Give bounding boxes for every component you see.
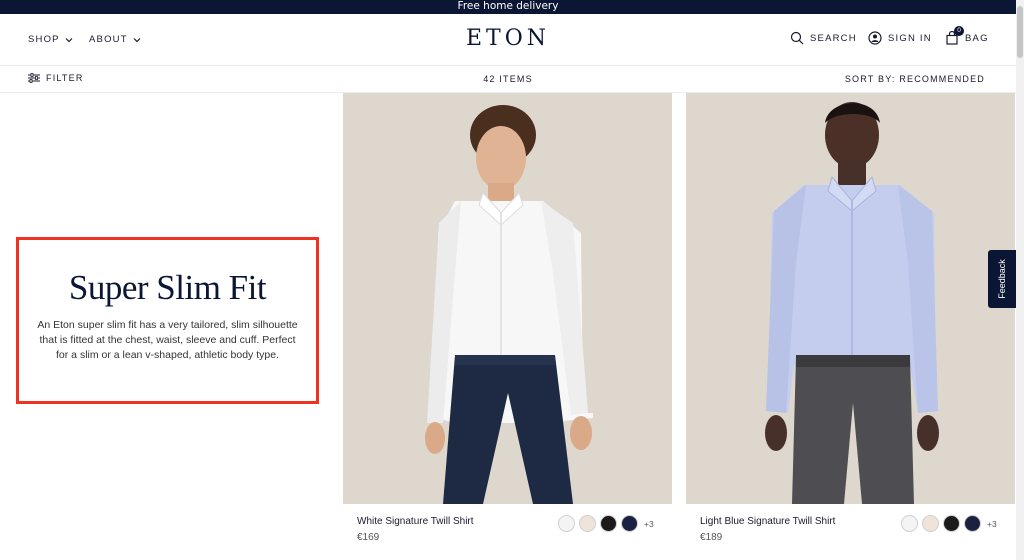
bag-label: BAG [965,32,989,44]
swatch-navy[interactable] [621,515,638,532]
swatch-white[interactable] [901,515,918,532]
color-swatches: +3 [558,515,654,532]
fit-info-card: Super Slim Fit An Eton super slim fit ha… [16,237,319,404]
product-name[interactable]: White Signature Twill Shirt [357,516,474,527]
sort-dropdown[interactable]: SORT BY: RECOMMENDED [845,74,985,84]
fit-title: Super Slim Fit [68,268,267,307]
scrollbar[interactable] [1016,0,1024,560]
swatch-navy[interactable] [964,515,981,532]
color-swatches: +3 [901,515,997,532]
model-blue-shirt-illustration [765,102,939,504]
product-price: €189 [700,532,723,543]
search-label: SEARCH [810,32,857,44]
user-icon [868,31,882,45]
swatch-beige[interactable] [922,515,939,532]
sign-in-button[interactable]: SIGN IN [868,31,932,45]
swatch-white[interactable] [558,515,575,532]
promo-bar-text: Free home delivery [457,0,559,12]
model-white-shirt-illustration [425,105,593,504]
product-image[interactable] [343,93,672,504]
sign-in-label: SIGN IN [888,32,932,44]
feedback-button[interactable]: Feedback [988,250,1016,308]
listing-toolbar: FILTER 42 ITEMS SORT BY: RECOMMENDED [0,66,1016,93]
site-header: SHOP ABOUT ETON SEARCH SIGN IN 0 BAG [0,14,1016,66]
product-name[interactable]: Light Blue Signature Twill Shirt [700,516,835,527]
swatch-black[interactable] [943,515,960,532]
more-colors[interactable]: +3 [644,519,654,529]
swatch-beige[interactable] [579,515,596,532]
more-colors[interactable]: +3 [987,519,997,529]
search-icon [790,31,804,45]
product-price: €169 [357,532,380,543]
swatch-black[interactable] [600,515,617,532]
bag-count-badge: 0 [954,26,964,36]
promo-bar: Free home delivery [0,0,1016,14]
product-image[interactable] [686,93,1015,504]
fit-description: An Eton super slim fit has a very tailor… [37,319,298,361]
scrollbar-thumb[interactable] [1017,6,1023,58]
search-button[interactable]: SEARCH [790,31,857,45]
bag-icon-wrap: 0 [945,26,964,45]
eton-logo[interactable]: ETON [0,26,1016,51]
feedback-label: Feedback [997,259,1007,299]
bag-button[interactable]: 0 BAG [945,26,989,45]
